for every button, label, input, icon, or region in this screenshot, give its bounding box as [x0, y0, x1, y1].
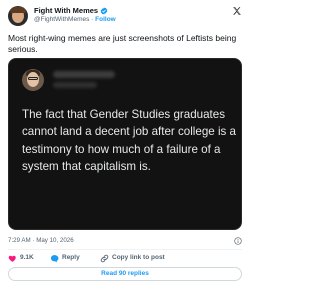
- heart-icon: [8, 255, 16, 262]
- handle[interactable]: @FightWithMemes: [34, 16, 89, 23]
- reply-button[interactable]: Reply: [50, 252, 80, 264]
- handle-separator: ·: [91, 16, 94, 23]
- handle-row: @FightWithMemes · Follow: [34, 15, 116, 24]
- reply-icon: [50, 254, 59, 262]
- media-quote-text: The fact that Gender Studies graduates c…: [22, 108, 236, 174]
- reply-label: Reply: [62, 254, 80, 261]
- read-replies-button[interactable]: Read 90 replies: [8, 267, 242, 281]
- avatar[interactable]: [8, 6, 28, 26]
- like-count: 9.1K: [20, 254, 34, 261]
- follow-button[interactable]: Follow: [95, 16, 116, 23]
- copy-link-button[interactable]: Copy link to post: [100, 252, 165, 264]
- timestamp[interactable]: 7:29 AM · May 10, 2026: [8, 237, 74, 244]
- tweet-card: Fight With Memes @FightWithMemes · Follo…: [0, 0, 250, 289]
- divider: [8, 249, 242, 250]
- tweet-header: Fight With Memes @FightWithMemes · Follo…: [8, 6, 242, 32]
- x-logo-icon[interactable]: [232, 6, 242, 16]
- blurred-handle: [53, 82, 97, 88]
- name-row: Fight With Memes: [34, 6, 116, 15]
- author-block: Fight With Memes @FightWithMemes · Follo…: [34, 6, 116, 24]
- copy-link-label: Copy link to post: [112, 254, 165, 261]
- action-bar: 9.1K Reply Copy link to post: [8, 252, 242, 264]
- media-avatar: [22, 69, 44, 91]
- media-avatar-glasses: [28, 77, 38, 80]
- timestamp-row: 7:29 AM · May 10, 2026: [8, 236, 242, 246]
- display-name[interactable]: Fight With Memes: [34, 6, 98, 15]
- media-image[interactable]: The fact that Gender Studies graduates c…: [8, 58, 242, 230]
- avatar-hat: [10, 7, 26, 13]
- info-icon[interactable]: [234, 237, 242, 245]
- like-button[interactable]: 9.1K: [8, 252, 34, 264]
- link-icon: [100, 254, 109, 262]
- tweet-text: Most right-wing memes are just screensho…: [8, 33, 237, 54]
- blurred-name: [53, 71, 115, 78]
- verified-badge-icon: [100, 6, 108, 15]
